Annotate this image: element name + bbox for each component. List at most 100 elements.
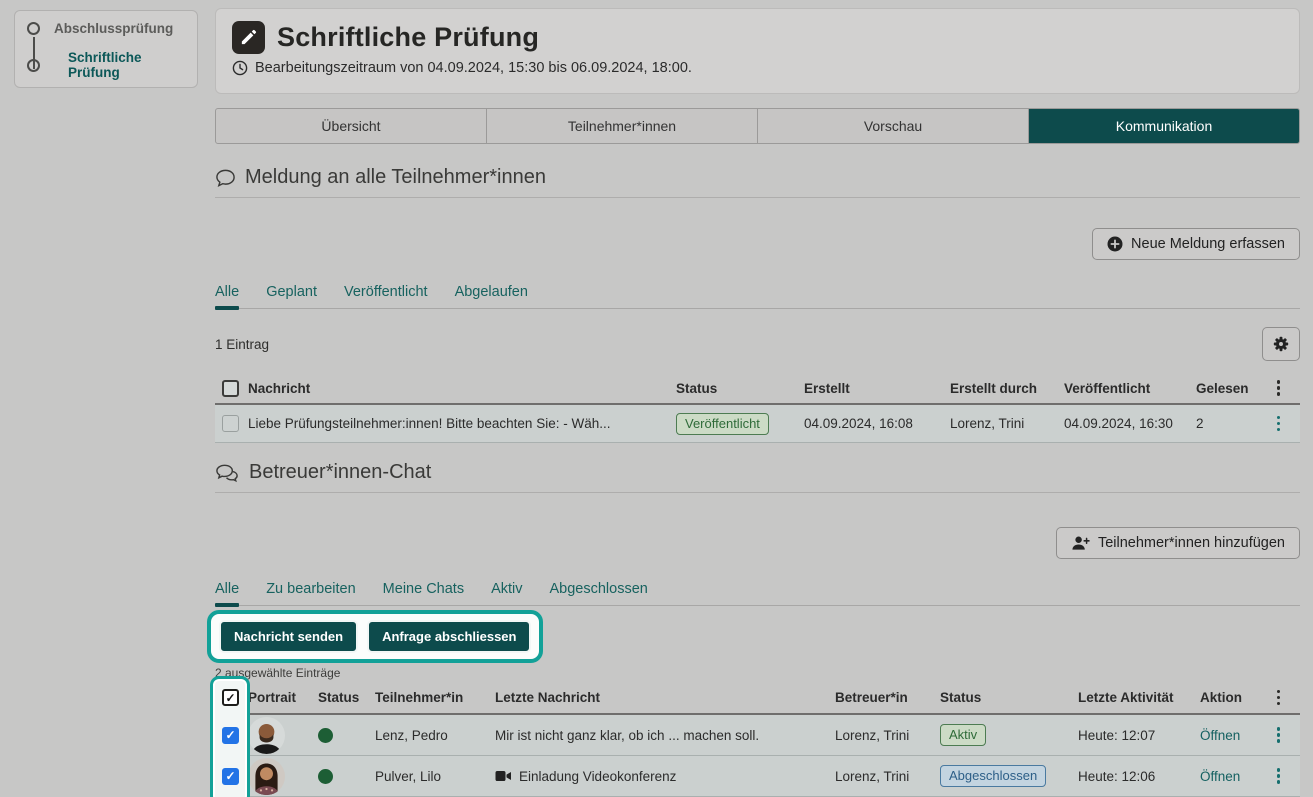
- kebab-menu-icon[interactable]: [1265, 727, 1285, 743]
- filter-veroeffentlicht[interactable]: Veröffentlicht: [344, 284, 428, 308]
- clock-icon: [232, 60, 248, 76]
- chat-filter-aktiv[interactable]: Aktiv: [491, 581, 522, 605]
- chat-filter-zu-bearbeiten[interactable]: Zu bearbeiten: [266, 581, 355, 605]
- table-settings-button[interactable]: [1262, 327, 1300, 361]
- add-participants-button[interactable]: Teilnehmer*innen hinzufügen: [1056, 527, 1300, 559]
- tree-node-circle-icon: [27, 22, 40, 35]
- online-status-dot: [318, 728, 333, 743]
- col-betreuerin: Betreuer*in: [828, 690, 933, 705]
- tree-item-schriftliche-pruefung[interactable]: Schriftliche Prüfung: [27, 50, 187, 80]
- select-all-checkbox[interactable]: [222, 380, 239, 397]
- col-portrait: Portrait: [241, 690, 311, 705]
- page-title: Schriftliche Prüfung: [277, 22, 539, 53]
- pencil-icon: [232, 21, 265, 54]
- chat-table: ✓ Portrait Status Teilnehmer*in Letzte N…: [215, 682, 1300, 797]
- selected-entries-count: 2 ausgewählte Einträge: [215, 666, 1300, 680]
- participant-name: Pulver, Lilo: [368, 769, 488, 784]
- col-teilnehmerin: Teilnehmer*in: [368, 690, 488, 705]
- participant-name: Lenz, Pedro: [368, 728, 488, 743]
- message-filters: Alle Geplant Veröffentlicht Abgelaufen: [215, 284, 1300, 309]
- message-text: Liebe Prüfungsteilnehmer:innen! Bitte be…: [241, 416, 669, 431]
- new-message-button-label: Neue Meldung erfassen: [1131, 236, 1285, 252]
- col-status: Status: [669, 381, 797, 396]
- chat-section-header: Betreuer*innen-Chat: [215, 461, 1300, 493]
- status-badge: Veröffentlicht: [676, 413, 769, 435]
- tab-teilnehmerinnen[interactable]: Teilnehmer*innen: [487, 109, 758, 143]
- tree-item-label[interactable]: Schriftliche Prüfung: [68, 50, 187, 80]
- online-status-dot: [318, 769, 333, 784]
- select-all-checkbox[interactable]: ✓: [222, 689, 239, 706]
- send-message-button[interactable]: Nachricht senden: [219, 620, 358, 653]
- col-status: Status: [311, 690, 368, 705]
- col-erstellt: Erstellt: [797, 381, 943, 396]
- col-letzte-aktivitaet: Letzte Aktivität: [1071, 690, 1193, 705]
- tab-uebersicht[interactable]: Übersicht: [216, 109, 487, 143]
- row-checkbox[interactable]: ✓: [222, 768, 239, 785]
- message-section-title: Meldung an alle Teilnehmer*innen: [245, 166, 546, 189]
- chat-status-badge: Aktiv: [940, 724, 986, 746]
- locator-tree: Abschlussprüfung Schriftliche Prüfung: [14, 10, 198, 88]
- col-erstellt-durch: Erstellt durch: [943, 381, 1057, 396]
- created-at: 04.09.2024, 16:08: [797, 416, 943, 431]
- open-link[interactable]: Öffnen: [1200, 769, 1240, 784]
- tree-connector-line: [33, 37, 35, 69]
- last-message: Mir ist nicht ganz klar, ob ich ... mach…: [488, 728, 828, 743]
- add-participants-button-label: Teilnehmer*innen hinzufügen: [1098, 535, 1285, 551]
- filter-geplant[interactable]: Geplant: [266, 284, 317, 308]
- gear-icon: [1272, 335, 1290, 353]
- row-checkbox[interactable]: [222, 415, 239, 432]
- chat-row-lenz-pedro: ✓ Lenz, Pedro Mir ist nicht ganz klar, o…: [215, 715, 1300, 756]
- tree-item-label[interactable]: Abschlussprüfung: [54, 21, 173, 36]
- last-activity: Heute: 12:07: [1071, 728, 1193, 743]
- read-count: 2: [1189, 416, 1265, 431]
- editing-period-text: Bearbeitungszeitraum von 04.09.2024, 15:…: [255, 60, 692, 76]
- kebab-menu-icon[interactable]: [1265, 690, 1285, 706]
- created-by: Lorenz, Trini: [943, 416, 1057, 431]
- message-table-header-row: Nachricht Status Erstellt Erstellt durch…: [215, 373, 1300, 405]
- last-activity: Heute: 12:06: [1071, 769, 1193, 784]
- chat-status-badge: Abgeschlossen: [940, 765, 1046, 787]
- col-letzte-nachricht: Letzte Nachricht: [488, 690, 828, 705]
- entry-count: 1 Eintrag: [215, 337, 269, 352]
- chat-table-header-row: ✓ Portrait Status Teilnehmer*in Letzte N…: [215, 682, 1300, 715]
- video-camera-icon: [495, 770, 512, 782]
- filter-abgelaufen[interactable]: Abgelaufen: [455, 284, 528, 308]
- message-row: Liebe Prüfungsteilnehmer:innen! Bitte be…: [215, 405, 1300, 443]
- message-table: Nachricht Status Erstellt Erstellt durch…: [215, 373, 1300, 443]
- kebab-menu-icon[interactable]: [1265, 768, 1285, 784]
- tab-vorschau[interactable]: Vorschau: [758, 109, 1029, 143]
- speech-bubble-icon: [215, 168, 236, 188]
- chat-section-title: Betreuer*innen-Chat: [249, 461, 431, 484]
- chat-filter-alle[interactable]: Alle: [215, 581, 239, 605]
- row-checkbox[interactable]: ✓: [222, 727, 239, 744]
- col-nachricht: Nachricht: [241, 381, 669, 396]
- new-message-button[interactable]: Neue Meldung erfassen: [1092, 228, 1300, 260]
- message-section-header: Meldung an alle Teilnehmer*innen: [215, 166, 1300, 198]
- person-plus-icon: [1071, 535, 1090, 551]
- col-veroeffentlicht: Veröffentlicht: [1057, 381, 1189, 396]
- double-speech-bubble-icon: [215, 463, 240, 483]
- published-at: 04.09.2024, 16:30: [1057, 416, 1189, 431]
- col-status-2: Status: [933, 690, 1071, 705]
- col-gelesen: Gelesen: [1189, 381, 1265, 396]
- close-request-button[interactable]: Anfrage abschliessen: [367, 620, 531, 653]
- chat-filter-meine-chats[interactable]: Meine Chats: [383, 581, 464, 605]
- tab-kommunikation[interactable]: Kommunikation: [1029, 109, 1299, 143]
- col-aktion: Aktion: [1193, 690, 1265, 705]
- chat-filter-abgeschlossen[interactable]: Abgeschlossen: [550, 581, 648, 605]
- last-message: Einladung Videokonferenz: [519, 769, 676, 784]
- chat-filters: Alle Zu bearbeiten Meine Chats Aktiv Abg…: [215, 581, 1300, 606]
- supervisor-name: Lorenz, Trini: [828, 728, 933, 743]
- bulk-actions-highlight: Nachricht senden Anfrage abschliessen: [207, 610, 543, 663]
- supervisor-name: Lorenz, Trini: [828, 769, 933, 784]
- avatar: [248, 758, 285, 795]
- tree-item-abschlusspruefung[interactable]: Abschlussprüfung: [27, 21, 187, 36]
- filter-alle[interactable]: Alle: [215, 284, 239, 308]
- kebab-menu-icon[interactable]: [1265, 416, 1285, 432]
- chat-row-pulver-lilo: ✓ Pulver, Lilo Einladung Videokonferenz …: [215, 756, 1300, 797]
- avatar: [248, 717, 285, 754]
- plus-circle-icon: [1107, 236, 1123, 252]
- open-link[interactable]: Öffnen: [1200, 728, 1240, 743]
- kebab-menu-icon[interactable]: [1265, 380, 1285, 396]
- page-header: Schriftliche Prüfung Bearbeitungszeitrau…: [215, 8, 1300, 94]
